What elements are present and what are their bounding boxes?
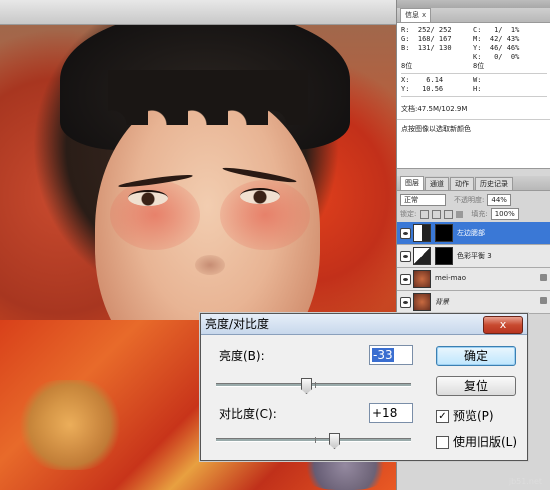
reset-button[interactable]: 复位	[436, 376, 516, 396]
lock-position-icon[interactable]	[444, 209, 454, 219]
info-h: H:	[473, 85, 482, 93]
photo-nose	[195, 255, 225, 275]
info-c: C: 1/ 1%	[473, 26, 520, 34]
eye-icon[interactable]	[400, 251, 411, 262]
info-r: R: 252/ 252	[401, 26, 452, 34]
mask-thumb[interactable]	[435, 247, 453, 265]
contrast-label: 对比度(C):	[219, 407, 277, 421]
tab-layers[interactable]: 图层	[400, 176, 424, 190]
layer-thumb	[413, 270, 431, 288]
brightness-slider-knob[interactable]	[301, 378, 312, 394]
lock-label: 锁定:	[400, 210, 417, 218]
layer-row[interactable]: 背景	[397, 291, 550, 314]
close-icon[interactable]: x	[422, 11, 426, 19]
brightness-slider[interactable]	[216, 378, 411, 394]
info-x: X: 6.14	[401, 76, 444, 84]
layer-name: 背景	[435, 298, 449, 306]
dialog-body: 亮度(B): -33 对比度(C): +18 确定 复位 ✓ 预览(P) 使用旧…	[201, 335, 527, 460]
close-button[interactable]: x	[483, 316, 523, 334]
info-g: G: 168/ 167	[401, 35, 452, 43]
info-readout: R: 252/ 252 C: 1/ 1% G: 168/ 167 M: 42/ 43…	[397, 23, 550, 102]
tab-channels[interactable]: 通道	[425, 177, 449, 190]
info-hint: 点按图像以选取新颜色	[401, 125, 471, 133]
layer-name: mei-mao	[435, 274, 466, 282]
dialog-titlebar[interactable]: 亮度/对比度 x	[201, 314, 527, 335]
adjustment-thumb	[413, 247, 431, 265]
legacy-label[interactable]: 使用旧版(L)	[453, 433, 517, 450]
layer-name: 色彩平衡 3	[457, 252, 492, 260]
info-bits-left: 8位	[401, 62, 413, 70]
info-y-coord: Y: 10.56	[401, 85, 444, 93]
fill-input[interactable]: 100%	[490, 208, 519, 220]
photo-fringe	[108, 70, 308, 125]
canvas-top-strip	[0, 0, 396, 25]
blend-mode-select[interactable]: 正常	[400, 194, 446, 206]
opacity-label: 不透明度:	[454, 196, 485, 204]
eye-icon[interactable]	[400, 228, 411, 239]
layer-name: 左边腮部	[457, 229, 485, 237]
contrast-input[interactable]: +18	[369, 403, 413, 423]
tab-history[interactable]: 历史记录	[475, 177, 513, 190]
lock-icon	[540, 297, 547, 304]
brightness-contrast-dialog: 亮度/对比度 x 亮度(B): -33 对比度(C): +18 确定 复位 ✓ …	[200, 313, 528, 461]
opacity-input[interactable]: 44%	[487, 194, 511, 206]
adjustment-thumb	[413, 224, 431, 242]
fill-label: 填充:	[471, 210, 488, 218]
legacy-checkbox[interactable]	[436, 436, 449, 449]
brightness-label: 亮度(B):	[219, 349, 265, 363]
info-panel: 信息 x R: 252/ 252 C: 1/ 1% G: 168/ 167 M: 42…	[397, 8, 550, 169]
info-m: M: 42/ 43%	[473, 35, 520, 43]
photo-eye-left	[128, 190, 168, 206]
watermark: jb51.net	[508, 477, 542, 486]
eye-icon[interactable]	[400, 297, 411, 308]
tab-actions[interactable]: 动作	[450, 177, 474, 190]
preview-label[interactable]: 预览(P)	[453, 407, 494, 424]
photo-eye-right	[240, 188, 280, 204]
dialog-title: 亮度/对比度	[205, 317, 270, 331]
info-bits-right: 8位	[473, 62, 485, 70]
lock-all-icon[interactable]	[456, 210, 464, 218]
panel-top-strip	[397, 0, 550, 8]
ok-button[interactable]: 确定	[436, 346, 516, 366]
info-y: Y: 46/ 46%	[473, 44, 520, 52]
layer-row[interactable]: 左边腮部	[397, 222, 550, 245]
lock-pixels-icon[interactable]	[432, 209, 442, 219]
eye-icon[interactable]	[400, 274, 411, 285]
layers-tabbar: 图层 通道 动作 历史记录	[397, 176, 550, 191]
layer-row[interactable]: 色彩平衡 3	[397, 245, 550, 268]
info-tabbar: 信息 x	[397, 8, 550, 23]
lock-icon	[540, 274, 547, 281]
contrast-slider-knob[interactable]	[329, 433, 340, 449]
tab-info[interactable]: 信息 x	[400, 8, 432, 22]
info-doc-size: 文档:47.5M/102.9M	[401, 105, 468, 113]
info-b: B: 131/ 130	[401, 44, 452, 52]
mask-thumb[interactable]	[435, 224, 453, 242]
brightness-input[interactable]: -33	[369, 345, 413, 365]
preview-checkbox[interactable]: ✓	[436, 410, 449, 423]
layer-thumb	[413, 293, 431, 311]
lock-transparency-icon[interactable]	[420, 209, 430, 219]
layer-row[interactable]: mei-mao	[397, 268, 550, 291]
info-k: K: 0/ 0%	[473, 53, 520, 61]
contrast-slider[interactable]	[216, 433, 411, 449]
info-w: W:	[473, 76, 482, 84]
photo-costume-embroidery	[20, 380, 120, 470]
